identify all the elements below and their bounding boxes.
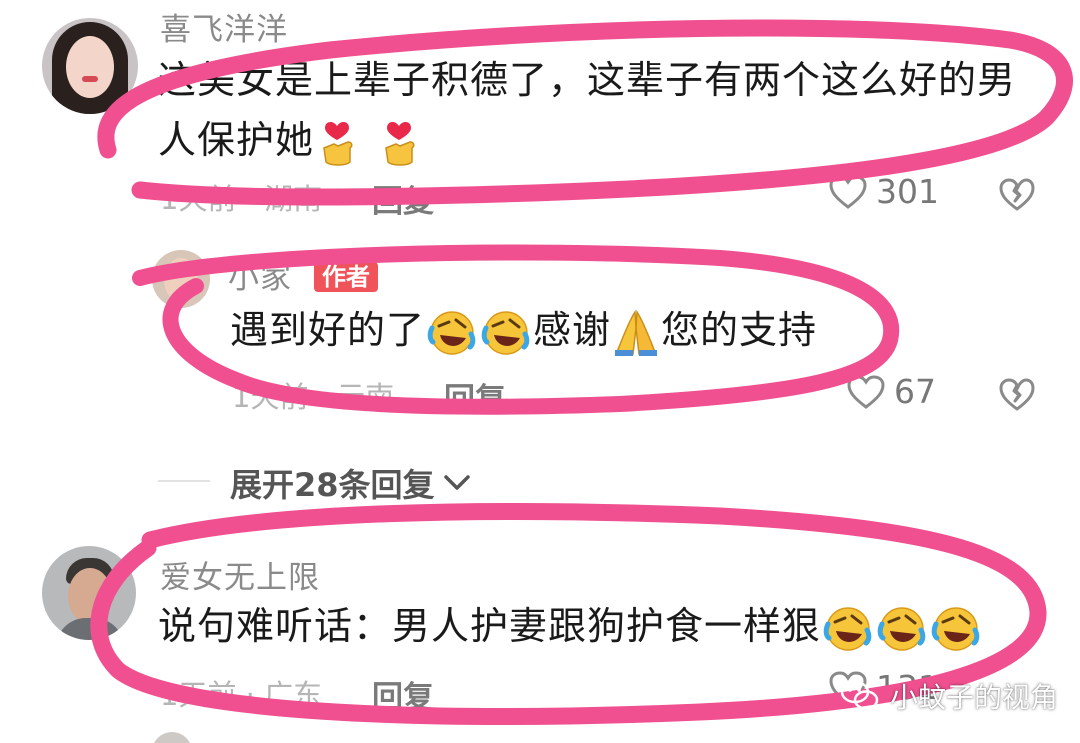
finger-heart-emoji-icon (385, 121, 415, 166)
reply-button[interactable]: 回复 (444, 374, 506, 419)
like-button[interactable]: 67 (846, 372, 936, 411)
comment-screenshot: 喜飞洋洋 这美女是上辈子积德了，这辈子有两个这么好的男人保护她 1天前 · 湖南… (0, 0, 1080, 743)
avatar[interactable] (42, 546, 136, 640)
comment-username[interactable]: 小家 (228, 252, 292, 297)
avatar[interactable] (152, 732, 192, 743)
folded-hands-emoji-icon (615, 309, 658, 356)
expand-replies-button[interactable]: 展开28条回复 (230, 460, 471, 506)
expand-divider (158, 480, 210, 482)
comment-body: 这美女是上辈子积德了，这辈子有两个这么好的男人保护她 (158, 58, 1017, 162)
finger-heart-emoji-icon (323, 121, 353, 166)
reply-button[interactable]: 回复 (372, 672, 434, 717)
heart-outline-icon (829, 174, 867, 209)
comment-body-mid: 感谢 (533, 308, 612, 352)
wechat-logo-icon (840, 680, 879, 710)
author-badge: 作者 (314, 262, 378, 292)
rofl-emoji-icon (931, 606, 980, 651)
like-count: 67 (894, 372, 936, 411)
watermark-text: 小蚊子的视角 (890, 681, 1059, 714)
broken-heart-icon[interactable] (998, 178, 1036, 212)
comment-username[interactable]: 喜飞洋洋 (160, 4, 288, 49)
comment-body-end: 您的支持 (661, 308, 818, 352)
rofl-emoji-icon (427, 310, 476, 355)
avatar[interactable] (152, 250, 210, 308)
watermark: 小蚊子的视角 (840, 676, 1058, 716)
comment-text: 说句难听话：男人护妻跟狗护食一样狠 (158, 596, 1038, 656)
heart-outline-icon (847, 374, 885, 409)
like-count: 301 (876, 172, 939, 211)
comment-meta: 1天前 · 云南 (232, 380, 395, 414)
comment-username[interactable]: 爱女无上限 (160, 552, 320, 597)
reply-button[interactable]: 回复 (372, 176, 434, 221)
avatar[interactable] (42, 18, 138, 114)
comment-meta: 1天前 · 湖南 (160, 182, 323, 216)
comment-body: 遇到好的了 (230, 308, 426, 352)
expand-replies-label: 展开28条回复 (230, 466, 435, 504)
rofl-emoji-icon (481, 310, 530, 355)
chevron-down-icon (443, 475, 470, 490)
comment-text: 这美女是上辈子积德了，这辈子有两个这么好的男人保护她 (158, 50, 1028, 170)
comment-meta: 1天前 · 广东 (160, 678, 323, 712)
rofl-emoji-icon (823, 606, 872, 651)
rofl-emoji-icon (877, 606, 926, 651)
like-button[interactable]: 301 (828, 172, 939, 211)
comment-body: 说句难听话：男人护妻跟狗护食一样狠 (158, 604, 822, 648)
comment-text: 遇到好的了 感谢 您的支持 (230, 300, 930, 360)
broken-heart-icon[interactable] (998, 378, 1036, 412)
